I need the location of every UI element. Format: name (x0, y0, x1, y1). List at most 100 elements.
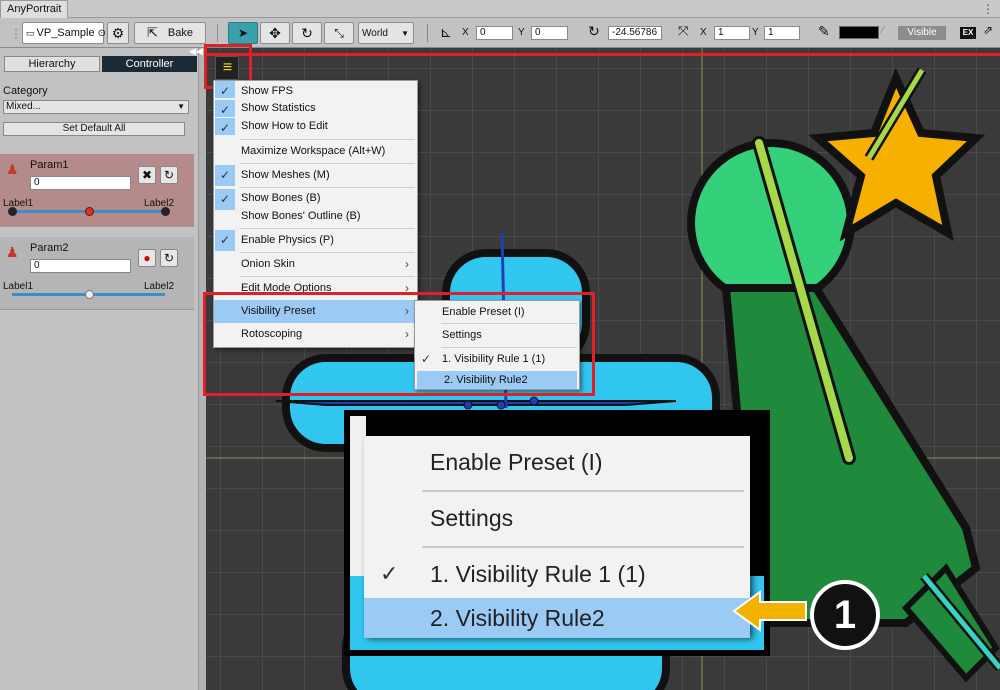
menu-item-label: Onion Skin (241, 258, 295, 270)
rotation-field[interactable]: -24.56786 (608, 26, 662, 40)
param-label-right: Label2 (144, 198, 175, 209)
eyedropper-icon[interactable]: ⁄ (882, 25, 884, 36)
check-icon: ✓ (215, 165, 235, 186)
window-options-icon[interactable]: ⋮ (982, 2, 994, 16)
visible-toggle[interactable]: Visible (898, 26, 946, 40)
menu-item-maximize-workspace[interactable]: Maximize Workspace (Alt+W) (214, 140, 417, 163)
export-icon: ⇱ (147, 25, 158, 40)
param-record-button[interactable]: ● (138, 249, 156, 267)
close-icon: ✖ (141, 168, 153, 182)
scale-x-field[interactable]: 1 (714, 26, 750, 40)
menu-item-label: Show FPS (241, 85, 293, 97)
menu-item-show-bones[interactable]: ✓ Show Bones (B) (214, 188, 417, 210)
color-swatch[interactable] (839, 26, 879, 39)
check-icon: ✓ (215, 81, 235, 98)
step-number-badge: 1 (810, 580, 880, 650)
menu-item-label: Enable Physics (P) (241, 234, 334, 246)
zoom-item-label: Settings (430, 505, 514, 531)
zoom-item-visibility-rule-1: ✓ 1. Visibility Rule 1 (1) (364, 548, 750, 598)
scale-y-label: Y (752, 27, 759, 38)
left-panel: Hierarchy Controller Category Mixed... ▼… (0, 48, 198, 690)
portrait-selector[interactable]: ▭ VP_Sample ⊙ (22, 22, 106, 44)
joystick-icon: ♟ (6, 161, 19, 177)
zoom-item-visibility-rule-2: 2. Visibility Rule2 (364, 598, 750, 638)
menu-item-label: Show How to Edit (241, 120, 328, 132)
window-tab[interactable]: AnyPortrait (0, 0, 69, 18)
menu-item-show-bones-outline[interactable]: Show Bones' Outline (B) (214, 207, 417, 228)
category-label: Category (3, 85, 48, 97)
menu-item-show-meshes[interactable]: ✓ Show Meshes (M) (214, 164, 417, 187)
param-name: Param1 (30, 159, 69, 171)
param-value-field[interactable]: 0 (30, 176, 131, 190)
menu-item-label: Show Bones (B) (241, 192, 321, 204)
chevron-right-icon: › (405, 257, 409, 271)
move-tool-button[interactable]: ✥ (260, 22, 290, 44)
export-options-icon[interactable]: ⇗ (983, 23, 993, 37)
refresh-icon: ↻ (163, 168, 175, 182)
param-refresh-button[interactable]: ↻ (160, 166, 178, 184)
target-icon: ⊙ (97, 27, 106, 39)
tab-hierarchy[interactable]: Hierarchy (4, 56, 100, 72)
menu-item-show-how-to-edit[interactable]: ✓ Show How to Edit (214, 117, 417, 136)
refresh-icon: ↻ (163, 251, 175, 265)
param-refresh-button[interactable]: ↻ (160, 249, 178, 267)
param-label-left: Label1 (3, 281, 34, 292)
check-icon: ✓ (215, 118, 235, 135)
param-reset-button[interactable]: ✖ (138, 166, 156, 184)
scale-field-icon: ⤧ (678, 23, 689, 38)
set-default-all-button[interactable]: Set Default All (3, 122, 185, 136)
slider-end-right (161, 207, 170, 216)
ex-badge[interactable]: EX (960, 27, 976, 39)
param-value-field[interactable]: 0 (30, 259, 131, 273)
gear-button[interactable]: ⚙ (107, 22, 129, 44)
scale-tool-button[interactable]: ⤡ (324, 22, 354, 44)
tab-controller[interactable]: Controller (102, 56, 197, 72)
pos-y-field[interactable]: 0 (531, 26, 568, 40)
cursor-icon: ➤ (237, 26, 249, 40)
gear-icon: ⚙ (111, 24, 125, 41)
check-icon: ✓ (215, 230, 235, 251)
scale-y-field[interactable]: 1 (764, 26, 800, 40)
zoom-item-label: Enable Preset (I) (430, 449, 603, 475)
menu-item-enable-physics[interactable]: ✓ Enable Physics (P) (214, 229, 417, 252)
menu-item-label: Maximize Workspace (Alt+W) (241, 145, 386, 157)
pos-y-label: Y (518, 27, 525, 38)
menu-item-label: Show Meshes (M) (241, 169, 330, 181)
zoom-item-settings: Settings (364, 492, 750, 546)
param-name: Param2 (30, 242, 69, 254)
joystick-icon: ♟ (6, 244, 19, 260)
rotate-tool-button[interactable]: ↻ (292, 22, 322, 44)
position-icon: ⊾ (440, 24, 452, 40)
menu-item-label: Show Bones' Outline (B) (241, 210, 361, 222)
highlight-line (204, 53, 1000, 56)
portrait-icon: ▭ (26, 27, 35, 38)
menu-item-show-fps[interactable]: ✓ Show FPS (214, 81, 417, 99)
category-value: Mixed... (6, 101, 42, 112)
space-dropdown[interactable]: World ▼ (358, 22, 414, 44)
slider-handle[interactable] (85, 207, 94, 216)
toolbar: ⋮ ▭ VP_Sample ⊙ ⚙ ⇱ Bake ➤ ✥ ↻ ⤡ World ▼… (0, 18, 1000, 48)
dropdown-arrow-icon: ▼ (401, 28, 409, 38)
bake-button[interactable]: ⇱ Bake (134, 22, 206, 44)
color-picker-icon[interactable]: ✎ (818, 23, 830, 40)
record-icon: ● (143, 251, 151, 265)
menu-item-show-statistics[interactable]: ✓ Show Statistics (214, 99, 417, 117)
zoom-item-enable-preset: Enable Preset (I) (364, 436, 750, 490)
divider (217, 24, 218, 42)
select-tool-button[interactable]: ➤ (228, 22, 258, 44)
slider-handle[interactable] (85, 290, 94, 299)
pointer-arrow-icon (732, 590, 807, 632)
param-item: ♟ Param1 0 ✖ ↻ Label1 Label2 (0, 154, 194, 227)
category-dropdown[interactable]: Mixed... ▼ (3, 100, 189, 114)
highlight-box-submenu (203, 292, 595, 396)
check-icon: ✓ (215, 100, 235, 117)
space-value: World (362, 27, 388, 39)
param-label-left: Label1 (3, 198, 34, 209)
menu-item-onion-skin[interactable]: Onion Skin › (214, 253, 417, 276)
move-icon: ✥ (269, 24, 281, 41)
zoom-submenu: Enable Preset (I) Settings ✓ 1. Visibilit… (364, 436, 750, 638)
pos-x-field[interactable]: 0 (476, 26, 513, 40)
collapse-panel-icon[interactable]: ◀◀ (189, 46, 203, 57)
param-item: ♟ Param2 0 ● ↻ Label1 Label2 (0, 237, 194, 310)
portrait-name: VP_Sample (36, 27, 95, 39)
